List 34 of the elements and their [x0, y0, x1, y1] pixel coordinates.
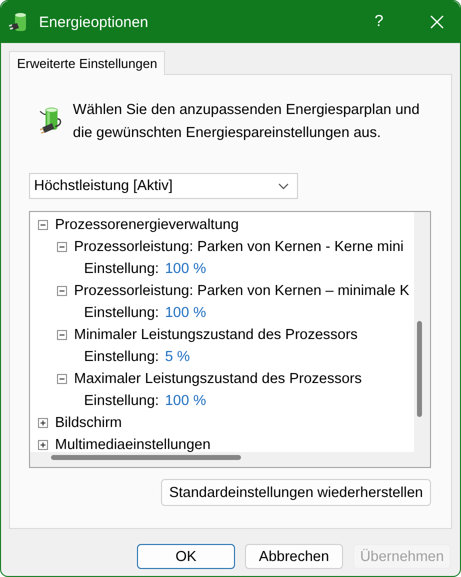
scrollbar-thumb[interactable] [51, 455, 241, 460]
collapse-icon[interactable] [57, 374, 67, 384]
dialog-button[interactable]: OK [137, 544, 235, 569]
tree-item[interactable]: Prozessorleistung: Parken von Kernen - Kerne mini [74, 239, 404, 255]
close-icon [430, 15, 444, 29]
chevron-icon [278, 182, 289, 190]
tree-item[interactable]: Multimediaeinstellungen [55, 437, 211, 452]
window-title: Energieoptionen [39, 14, 150, 30]
tree-item[interactable]: Maximaler Leistungszustand des Prozessors [74, 371, 362, 387]
expand-icon[interactable] [38, 440, 48, 450]
plan-dropdown[interactable]: Höchstleistung [Aktiv] [29, 173, 298, 199]
collapse-icon[interactable] [57, 242, 67, 252]
setting-label: Einstellung: [84, 349, 159, 365]
tree-item[interactable]: Prozessorenergieverwaltung [55, 217, 239, 233]
restore-defaults-button[interactable]: Standardeinstellungen wiederherstellen [161, 479, 431, 506]
tree-item[interactable]: Bildschirm [55, 415, 122, 431]
tree-item[interactable]: Prozessorleistung: Parken von Kernen – minimale K [74, 283, 410, 299]
collapse-icon[interactable] [57, 330, 67, 340]
help-button[interactable]: ? [356, 13, 402, 31]
setting-value[interactable]: 100 % [164, 305, 206, 321]
dialog-button[interactable]: Abbrechen [245, 544, 343, 569]
setting-value[interactable]: 100 % [164, 393, 206, 409]
expand-icon[interactable] [38, 418, 48, 428]
tree-item[interactable]: Minimaler Leistungszustand des Prozessors [74, 327, 358, 343]
setting-label: Einstellung: [84, 393, 159, 409]
intro-text: Wählen Sie den anzupassenden Energiesparplan und die gewünschten Energiespareinstellungen aus. [72, 101, 421, 143]
setting-label: Einstellung: [84, 261, 159, 277]
scrollbar-thumb[interactable] [417, 321, 422, 417]
setting-value[interactable]: 5 % [164, 349, 190, 365]
collapse-icon[interactable] [57, 286, 67, 296]
setting-value[interactable]: 100 % [164, 261, 206, 277]
tab[interactable]: Erweiterte Einstellungen [9, 51, 166, 75]
setting-label: Einstellung: [84, 305, 159, 321]
collapse-icon[interactable] [38, 220, 48, 230]
